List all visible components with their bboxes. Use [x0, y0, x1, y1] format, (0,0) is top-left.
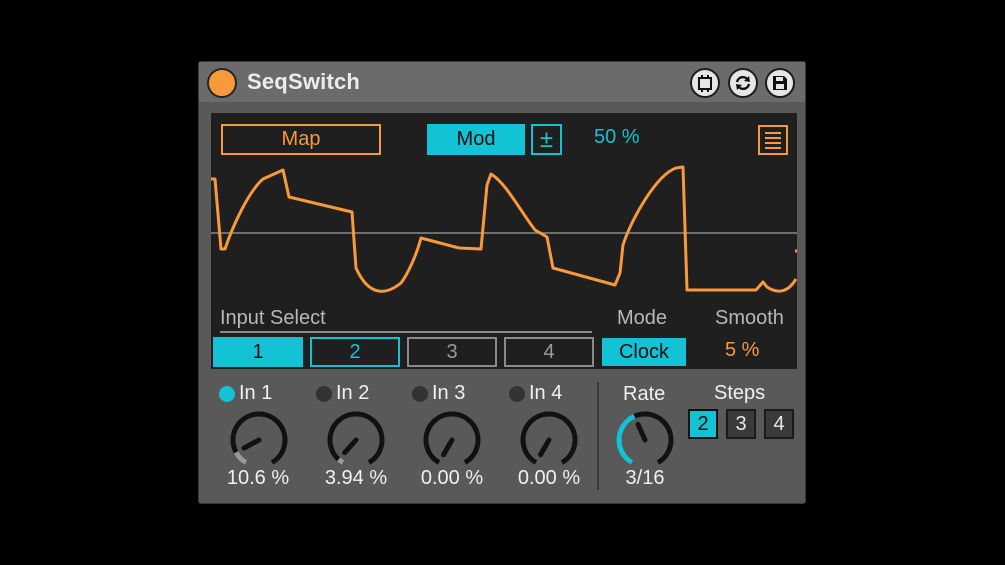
waveform-display: Map Mod ± 50 % Input Select Mode Smooth … [211, 113, 797, 369]
plusminus-toggle[interactable]: ± [531, 124, 562, 155]
mod-button[interactable]: Mod [427, 124, 525, 155]
mod-amount[interactable]: 50 % [594, 126, 640, 149]
input-4-toggle[interactable]: In 4 [509, 382, 562, 405]
refresh-icon[interactable] [728, 68, 758, 98]
input-2-knob[interactable] [324, 408, 388, 472]
device-panel: SeqSwitch Map Mod ± 50 % Input Select Mo… [198, 61, 806, 504]
input-select-divider [220, 331, 592, 333]
device-title: SeqSwitch [247, 69, 361, 94]
power-icon[interactable] [207, 68, 237, 98]
mode-clock-button[interactable]: Clock [602, 338, 686, 366]
input-2-toggle[interactable]: In 2 [316, 382, 369, 405]
led-icon[interactable] [316, 385, 332, 402]
steps-option-2[interactable]: 2 [688, 409, 718, 439]
smooth-label: Smooth [715, 307, 784, 329]
input-select-2[interactable]: 2 [310, 337, 400, 367]
steps-option-4[interactable]: 4 [764, 409, 794, 439]
input-3-toggle[interactable]: In 3 [412, 382, 465, 405]
led-icon[interactable] [219, 385, 235, 402]
led-icon[interactable] [509, 385, 525, 402]
title-bar: SeqSwitch [199, 62, 805, 102]
input-1-knob[interactable] [227, 408, 291, 472]
smooth-value[interactable]: 5 % [725, 339, 759, 362]
input-1-value: 10.6 % [226, 467, 290, 489]
input-3-knob[interactable] [420, 408, 484, 472]
input-2-value: 3.94 % [324, 467, 388, 489]
led-icon[interactable] [412, 385, 428, 402]
input-1-label: In 1 [239, 382, 273, 404]
mode-label: Mode [617, 307, 668, 329]
input-4-knob[interactable] [517, 408, 581, 472]
map-button[interactable]: Map [221, 124, 381, 155]
rate-value: 3/16 [625, 467, 665, 489]
steps-option-3[interactable]: 3 [726, 409, 756, 439]
input-select-4[interactable]: 4 [504, 337, 594, 367]
sequence-waveform [211, 165, 797, 293]
rate-knob[interactable] [613, 408, 677, 472]
input-select-1[interactable]: 1 [213, 337, 303, 367]
input-3-label: In 3 [432, 382, 466, 404]
list-icon[interactable] [758, 125, 788, 155]
steps-label: Steps [714, 382, 766, 404]
rate-label: Rate [623, 383, 666, 405]
input-4-label: In 4 [529, 382, 563, 404]
input-select-3[interactable]: 3 [407, 337, 497, 367]
input-3-value: 0.00 % [420, 467, 484, 489]
input-2-label: In 2 [336, 382, 370, 404]
input-4-value: 0.00 % [517, 467, 581, 489]
input-select-label: Input Select [220, 307, 326, 329]
midi-map-icon[interactable] [690, 68, 720, 98]
save-icon[interactable] [765, 68, 795, 98]
input-1-toggle[interactable]: In 1 [219, 382, 272, 405]
